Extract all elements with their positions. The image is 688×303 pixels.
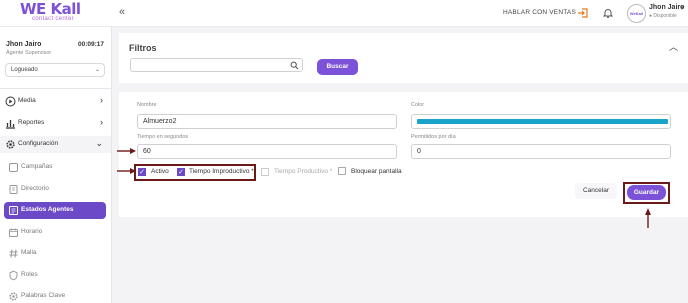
logout-icon[interactable] [577, 7, 589, 19]
search-button[interactable]: Buscar [317, 59, 358, 75]
logo-sub: contact center [32, 16, 74, 22]
user-status: ● Disponible [649, 13, 677, 19]
activo-checkbox[interactable]: ✓ [138, 168, 146, 176]
sidebar-item-palabras-clave[interactable]: Palabras Clave [0, 288, 111, 303]
sidebar-item-horario[interactable]: Horario [0, 224, 111, 241]
search-input[interactable] [130, 58, 303, 72]
sidebar-item-label: Reportes [18, 119, 45, 126]
annotation-arrow [645, 208, 651, 228]
nombre-label: Nombre [137, 102, 157, 108]
color-field[interactable] [411, 114, 671, 129]
bloquear-pantalla-checkbox[interactable] [338, 167, 346, 175]
annotation-arrow [117, 148, 136, 154]
agent-name: Jhon Jairo [6, 41, 42, 48]
sidebar-item-media[interactable]: Media › [0, 93, 111, 110]
permitidos-field[interactable]: 0 [411, 144, 671, 159]
agent-status-select[interactable]: Logueado ⌄ [5, 63, 105, 77]
color-swatch [417, 119, 668, 124]
color-label: Color [411, 102, 425, 108]
sidebar-item-roles[interactable]: Roles [0, 267, 111, 284]
sidebar-item-estados-agentes[interactable]: Estados Agentes [4, 202, 106, 219]
sidebar-item-label: Directorio [21, 185, 49, 192]
bloquear-pantalla-label: Bloquear pantalla [351, 168, 402, 175]
sidebar-item-label: Campañas [21, 163, 53, 170]
agent-status-icon [8, 205, 19, 216]
sidebar-item-label: Media [18, 97, 36, 104]
tiempo-field[interactable]: 60 [137, 144, 397, 159]
tiempo-value: 60 [143, 148, 151, 155]
sidebar-item-campanas[interactable]: Campañas [0, 159, 111, 176]
campaign-icon [8, 162, 19, 173]
sidebar-item-label: Horario [21, 228, 43, 235]
tiempo-improductivo-checkbox[interactable]: ✓ [177, 168, 185, 176]
nombre-field[interactable]: Almuerzo2 [137, 114, 397, 129]
chevron-up-icon[interactable]: ︿ [669, 40, 678, 53]
avatar[interactable]: WeKall [627, 4, 646, 23]
tiempo-label: Tiempo en segundos [137, 134, 189, 140]
sidebar-item-directorio[interactable]: Directorio [0, 181, 111, 198]
sidebar-item-reportes[interactable]: Reportes › [0, 115, 111, 132]
permitidos-value: 0 [417, 148, 421, 155]
calendar-icon [8, 227, 19, 238]
sidebar-item-label: Malla [21, 249, 37, 256]
play-circle-icon [5, 96, 16, 107]
gear-icon [5, 139, 16, 150]
activo-label: Activo [151, 168, 169, 175]
tiempo-productivo-label: Tiempo Productivo * [274, 168, 333, 175]
filters-panel: Filtros ︿ Buscar [119, 33, 688, 83]
bell-icon[interactable] [602, 7, 614, 19]
agent-role: Agente Supervisor [6, 50, 52, 56]
sidebar-item-label: Roles [21, 271, 38, 278]
gear-icon [8, 291, 19, 302]
tiempo-improductivo-label: Tiempo Improductivo * [189, 168, 254, 175]
chart-icon [5, 118, 16, 129]
chevron-down-icon: ⌄ [95, 138, 103, 148]
cancel-button[interactable]: Cancelar [575, 183, 617, 199]
shield-icon [8, 270, 19, 281]
collapse-sidebar-button[interactable]: « [119, 6, 125, 18]
permitidos-label: Permitidos por día [411, 134, 456, 140]
directory-icon [8, 184, 19, 195]
hablar-con-ventas-link[interactable]: HABLAR CON VENTAS [503, 9, 576, 16]
sidebar-item-configuracion[interactable]: Configuración ⌄ [0, 136, 111, 153]
filters-title: Filtros [129, 43, 157, 53]
annotation-arrow [117, 168, 136, 174]
sidebar: Jhon Jairo 00:09:17 Agente Supervisor Lo… [0, 27, 112, 303]
sidebar-item-malla[interactable]: Malla [0, 245, 111, 262]
divider [0, 88, 111, 89]
chevron-down-icon: ⌄ [94, 67, 100, 73]
logo: WE Kall contact center [20, 2, 95, 24]
hash-icon [8, 248, 19, 259]
sidebar-item-label: Configuración [18, 140, 59, 147]
nombre-value: Almuerzo2 [143, 118, 177, 125]
agent-status-value: Logueado [11, 67, 38, 73]
sidebar-item-label: Palabras Clave [21, 292, 66, 299]
top-bar: WE Kall contact center « HABLAR CON VENT… [0, 0, 688, 27]
logo-main: WE Kall [20, 0, 81, 18]
chevron-down-icon[interactable]: ▾ [680, 4, 684, 12]
save-button[interactable]: Guardar [627, 185, 666, 200]
agent-timer: 00:09:17 [78, 41, 105, 48]
search-icon[interactable] [290, 61, 299, 70]
chevron-right-icon: › [100, 95, 103, 105]
chevron-right-icon: › [100, 117, 103, 127]
sidebar-item-label: Estados Agentes [21, 206, 74, 213]
tiempo-productivo-checkbox[interactable] [261, 168, 269, 176]
agent-state-form: Nombre Almuerzo2 Color Tiempo en segundo… [119, 92, 688, 217]
